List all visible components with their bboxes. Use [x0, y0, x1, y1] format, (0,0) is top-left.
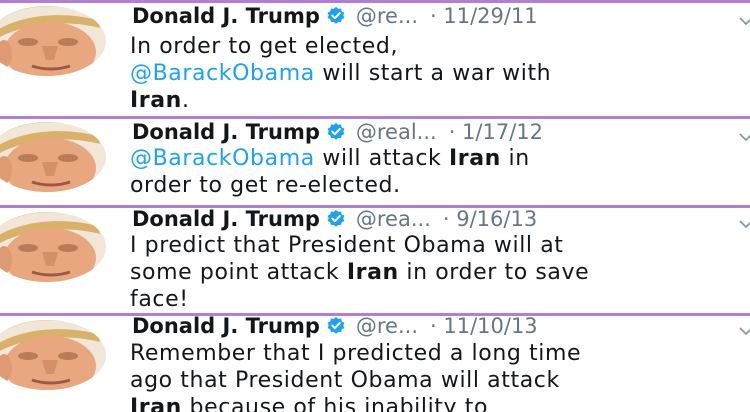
author-handle[interactable]: @re...	[356, 315, 418, 338]
tweet-date[interactable]: · 11/10/13	[430, 315, 538, 338]
tweet-text-line: @BarackObama will start a war with	[130, 60, 746, 87]
text-segment: in	[500, 146, 530, 171]
verified-badge-icon	[326, 208, 346, 228]
tweet-text: @BarackObama will attack Iran in order to…	[130, 145, 746, 199]
verified-badge-icon	[326, 121, 346, 141]
tweet-text: Remember that I predicted a long time ago…	[130, 340, 746, 412]
text-segment: .	[181, 88, 190, 113]
highlighted-keyword: Iran	[346, 260, 399, 285]
tweet-text-line: ago that President Obama will attack	[130, 367, 746, 394]
tweet-text: In order to get elected, @BarackObama wil…	[130, 33, 746, 114]
tweet-text-line: face!	[130, 286, 746, 313]
text-segment: face!	[130, 287, 189, 312]
text-segment: will start a war with	[314, 61, 552, 86]
tweet-header: Donald J. Trump @re... · 11/10/13	[132, 315, 750, 340]
chevron-down-icon[interactable]	[738, 318, 750, 336]
tweet-text-line: @BarackObama will attack Iran in	[130, 145, 746, 172]
author-name[interactable]: Donald J. Trump	[132, 4, 320, 28]
text-segment: some point attack	[130, 260, 347, 285]
tweet-4[interactable]: Donald J. Trump @re... · 11/10/13 Remembe…	[0, 315, 750, 412]
chevron-down-icon[interactable]	[738, 211, 750, 229]
tweet-3[interactable]: Donald J. Trump @rea... · 9/16/13 I predi…	[0, 208, 750, 315]
tweet-divider	[0, 205, 750, 208]
author-handle[interactable]: @rea...	[356, 208, 431, 231]
highlighted-keyword: Iran	[448, 146, 501, 171]
tweet-header: Donald J. Trump @re... · 11/29/11	[132, 2, 750, 30]
tweet-text-line: I predict that President Obama will at	[130, 232, 746, 259]
highlighted-keyword: Iran	[130, 88, 182, 113]
tweet-text-line: Iran because of his inability to	[130, 394, 746, 412]
text-segment: order to get re-elected.	[130, 173, 401, 198]
tweet-text: I predict that President Obama will at so…	[130, 232, 746, 313]
text-segment: because of his inability to	[181, 395, 489, 412]
tweet-divider	[0, 0, 750, 3]
author-handle[interactable]: @re...	[356, 4, 418, 28]
tweet-text-line: some point attack Iran in order to save	[130, 259, 746, 286]
tweet-date[interactable]: · 1/17/12	[449, 120, 543, 144]
mention-link[interactable]: @BarackObama	[130, 61, 315, 86]
tweet-2[interactable]: Donald J. Trump @real... · 1/17/12 @Barac…	[0, 118, 750, 208]
text-segment: In order to get elected,	[130, 34, 399, 59]
tweet-1[interactable]: Donald J. Trump @re... · 11/29/11 In orde…	[0, 0, 750, 118]
highlighted-keyword: Iran	[130, 395, 182, 412]
avatar[interactable]	[0, 320, 106, 390]
avatar[interactable]	[0, 6, 106, 76]
tweet-divider	[0, 116, 750, 119]
tweet-text-line: Iran.	[130, 87, 746, 114]
tweet-header: Donald J. Trump @real... · 1/17/12	[132, 118, 750, 146]
text-segment: will attack	[314, 146, 449, 171]
tweet-date[interactable]: · 11/29/11	[430, 4, 538, 28]
tweet-divider	[0, 313, 750, 316]
text-segment: in order to save	[398, 260, 590, 285]
tweet-text-line: Remember that I predicted a long time	[130, 340, 746, 367]
author-name[interactable]: Donald J. Trump	[132, 120, 320, 144]
tweet-text-line: order to get re-elected.	[130, 172, 746, 199]
verified-badge-icon	[326, 315, 346, 335]
tweet-date[interactable]: · 9/16/13	[443, 208, 537, 231]
author-name[interactable]: Donald J. Trump	[132, 208, 320, 231]
avatar[interactable]	[0, 212, 106, 282]
tweet-text-line: In order to get elected,	[130, 33, 746, 60]
chevron-down-icon[interactable]	[738, 124, 750, 142]
text-segment: Remember that I predicted a long time	[130, 341, 582, 366]
tweet-header: Donald J. Trump @rea... · 9/16/13	[132, 208, 750, 233]
chevron-down-icon[interactable]	[738, 8, 750, 26]
avatar[interactable]	[0, 122, 106, 192]
text-segment: ago that President Obama will attack	[130, 368, 560, 393]
author-handle[interactable]: @real...	[356, 120, 437, 144]
mention-link[interactable]: @BarackObama	[130, 146, 315, 171]
author-name[interactable]: Donald J. Trump	[132, 315, 320, 338]
text-segment: I predict that President Obama will at	[130, 233, 564, 258]
verified-badge-icon	[326, 5, 346, 25]
